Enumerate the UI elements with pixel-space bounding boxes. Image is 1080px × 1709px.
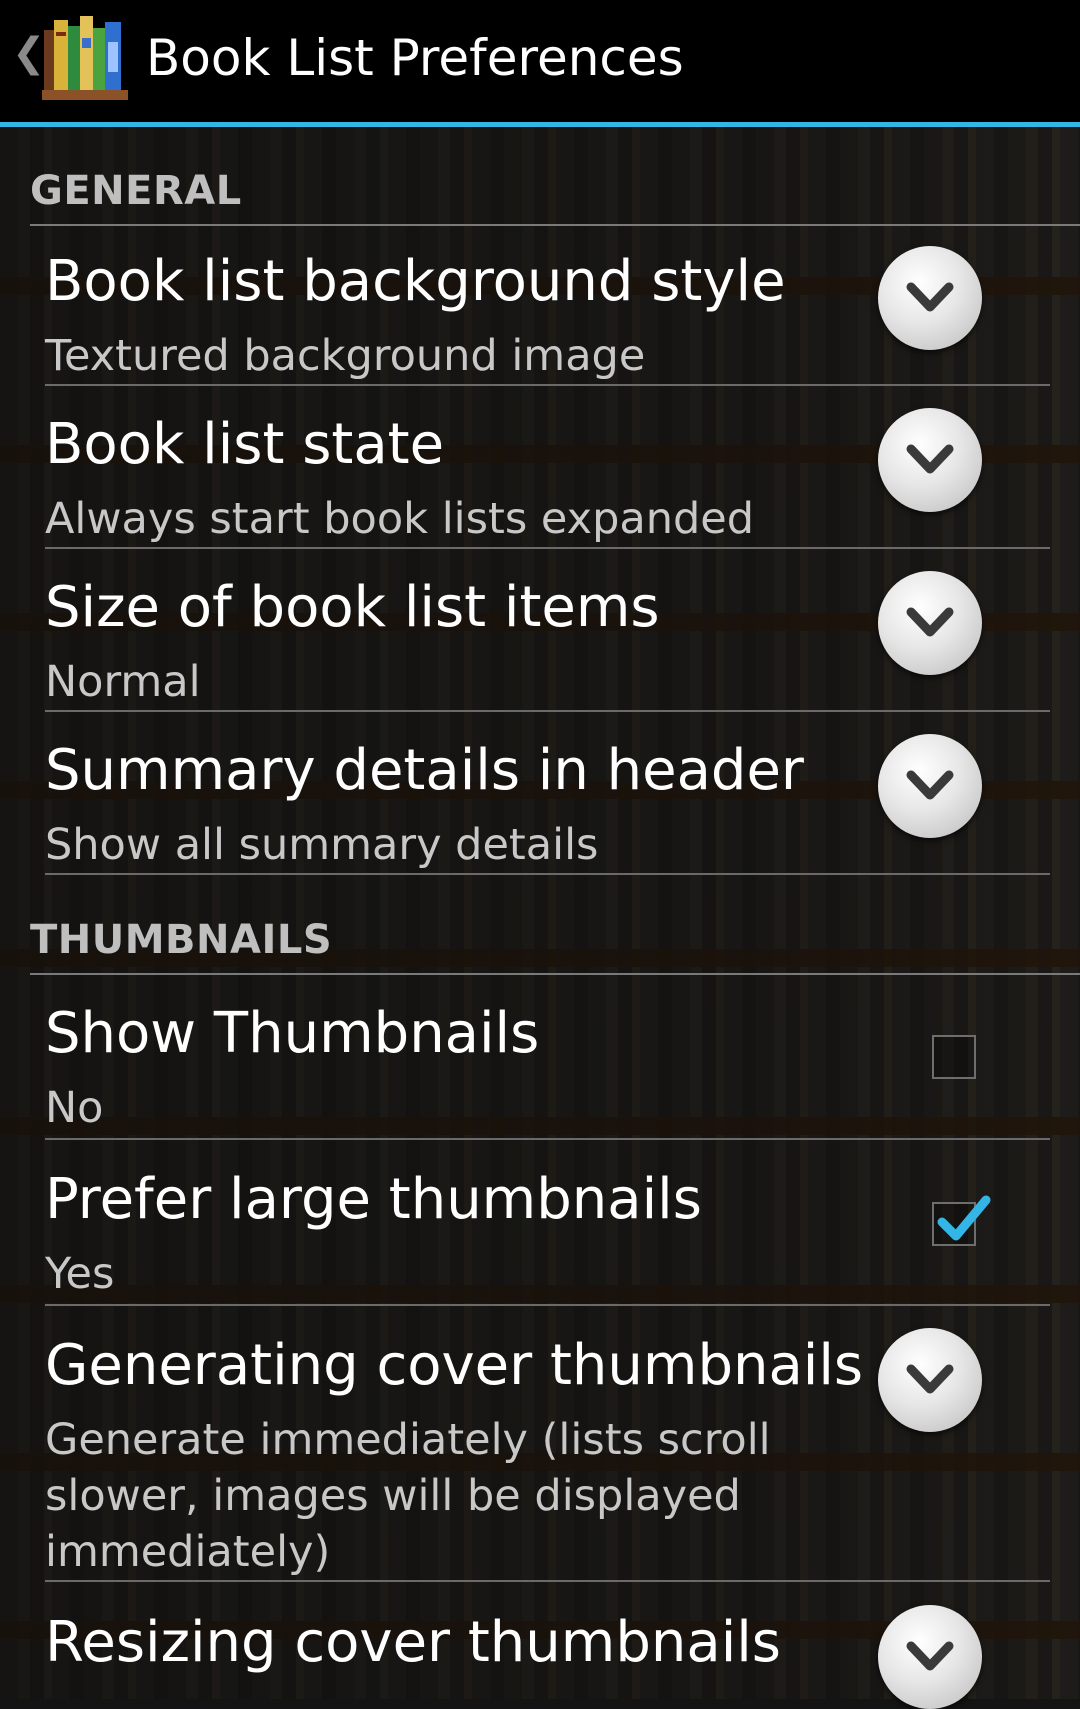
dropdown-button[interactable]: [878, 408, 982, 512]
pref-prefer-large-thumbnails[interactable]: Prefer large thumbnails Yes: [45, 1164, 1050, 1306]
dropdown-button[interactable]: [878, 1605, 982, 1709]
chevron-down-icon: [906, 444, 954, 474]
action-bar: ❮ Book List Preferences: [0, 0, 1080, 122]
prefer-large-thumbnails-checkbox[interactable]: [932, 1195, 991, 1246]
checkmark-icon: [937, 1195, 991, 1241]
pref-summary: Textured background image: [45, 331, 646, 381]
back-caret-icon[interactable]: ❮: [12, 30, 46, 76]
divider: [45, 1138, 1050, 1140]
divider: [45, 547, 1050, 549]
dropdown-button[interactable]: [878, 571, 982, 675]
chevron-down-icon: [906, 770, 954, 800]
pref-title: Size of book list items: [45, 575, 660, 640]
divider: [45, 873, 1050, 875]
pref-summary: Always start book lists expanded: [45, 494, 755, 544]
pref-show-thumbnails[interactable]: Show Thumbnails No: [45, 998, 1050, 1140]
pref-title: Book list background style: [45, 249, 786, 314]
pref-summary: Show all summary details: [45, 820, 599, 870]
pref-title: Show Thumbnails: [45, 1001, 540, 1066]
divider: [45, 1580, 1050, 1582]
divider: [30, 224, 1080, 226]
chevron-down-icon: [906, 1364, 954, 1394]
pref-summary: Yes: [45, 1249, 115, 1299]
dropdown-button[interactable]: [878, 734, 982, 838]
pref-title: Prefer large thumbnails: [45, 1167, 702, 1232]
chevron-down-icon: [906, 1641, 954, 1671]
pref-title: Generating cover thumbnails: [45, 1333, 864, 1398]
divider: [45, 384, 1050, 386]
divider: [45, 710, 1050, 712]
pref-title: Summary details in header: [45, 738, 804, 803]
pref-summary: Normal: [45, 657, 201, 707]
section-header-label: GENERAL: [30, 168, 242, 214]
pref-summary: No: [45, 1083, 104, 1133]
bookshelf-icon[interactable]: [42, 12, 128, 100]
page-title: Book List Preferences: [146, 29, 684, 87]
chevron-down-icon: [906, 282, 954, 312]
section-header-thumbnails: THUMBNAILS: [30, 905, 1080, 975]
section-header-label: THUMBNAILS: [30, 917, 333, 963]
divider: [30, 973, 1080, 975]
show-thumbnails-checkbox[interactable]: [932, 1035, 976, 1079]
divider: [45, 1304, 1050, 1306]
pref-title: Resizing cover thumbnails: [45, 1610, 781, 1675]
chevron-down-icon: [906, 607, 954, 637]
pref-summary: Generate immediately (lists scroll slowe…: [45, 1415, 771, 1577]
pref-title: Book list state: [45, 412, 445, 477]
dropdown-button[interactable]: [878, 1328, 982, 1432]
section-header-general: GENERAL: [30, 156, 1080, 226]
dropdown-button[interactable]: [878, 246, 982, 350]
